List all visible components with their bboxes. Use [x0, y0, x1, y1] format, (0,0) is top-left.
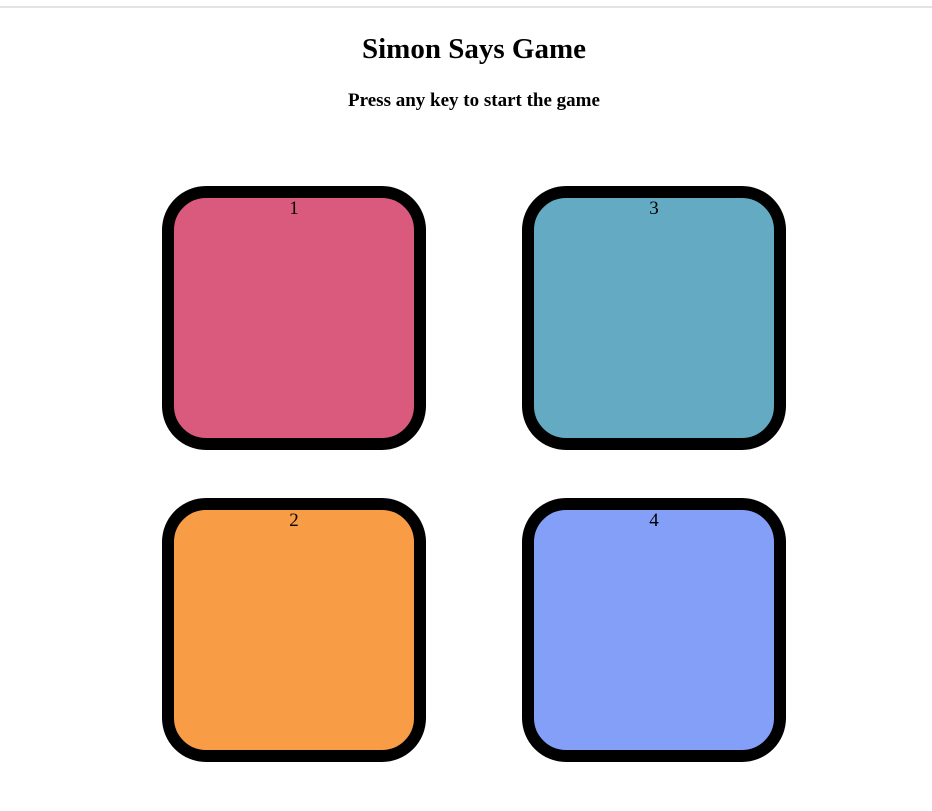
- tile-label: 3: [649, 198, 659, 219]
- tile-4[interactable]: 4: [522, 498, 786, 762]
- game-status: Press any key to start the game: [348, 90, 600, 111]
- tile-label: 2: [289, 510, 299, 531]
- tile-1[interactable]: 1: [162, 186, 426, 450]
- tile-label: 1: [289, 198, 299, 219]
- top-divider: [0, 6, 932, 8]
- tile-3[interactable]: 3: [522, 186, 786, 450]
- tile-2[interactable]: 2: [162, 498, 426, 762]
- tile-label: 4: [649, 510, 659, 531]
- page-title: Simon Says Game: [362, 33, 586, 65]
